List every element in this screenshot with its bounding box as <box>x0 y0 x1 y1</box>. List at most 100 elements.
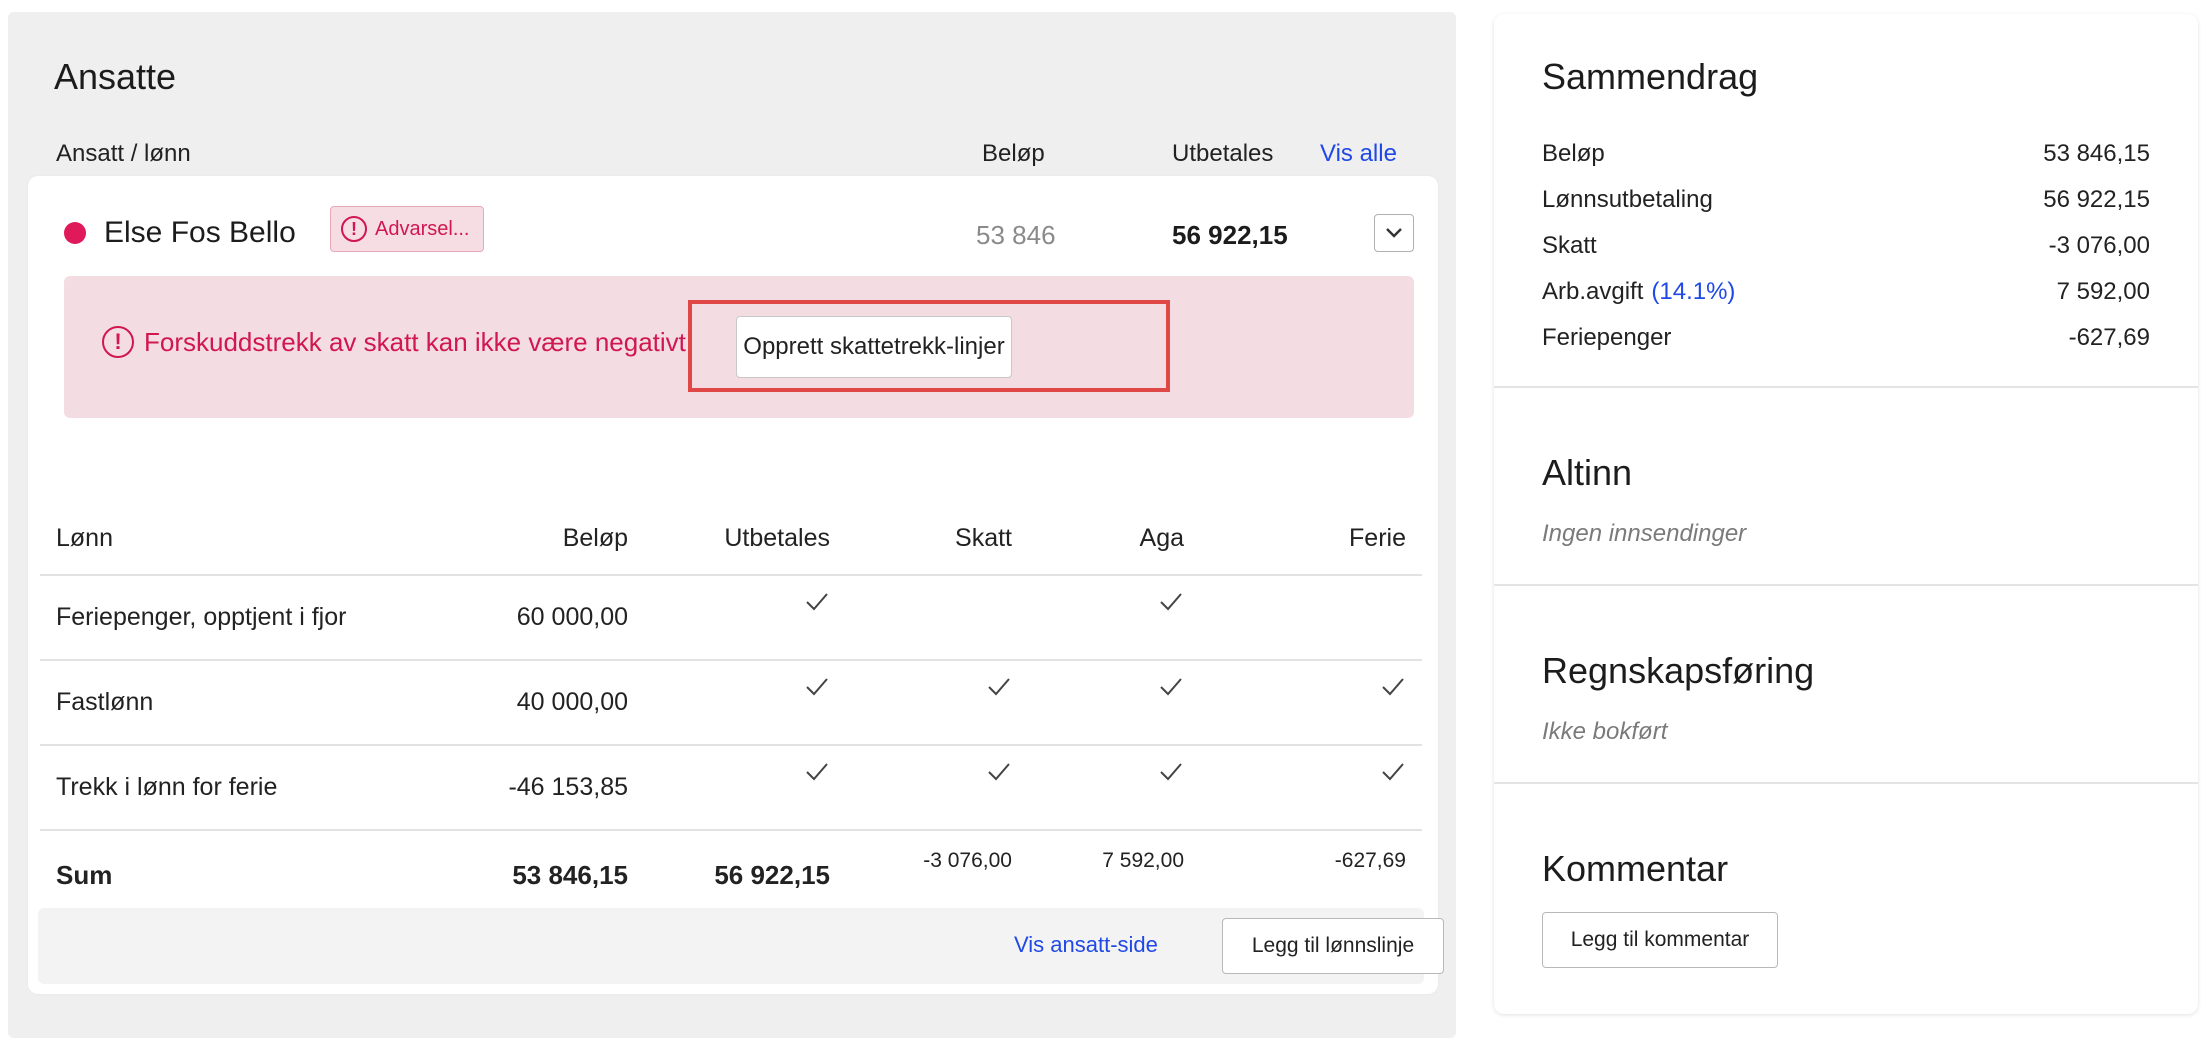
summary-row-label: Skatt <box>1542 232 1597 260</box>
summary-row-value: 56 922,15 <box>2043 186 2150 214</box>
summary-row-label-text: Lønnsutbetaling <box>1542 186 1713 213</box>
summary-row-label-text: Arb.avgift <box>1542 278 1643 305</box>
holiday-check <box>1200 660 1422 745</box>
accounting-status: Ikke bokført <box>1542 718 1667 746</box>
checkmark-icon <box>1158 760 1184 784</box>
chevron-down-icon <box>1384 226 1404 240</box>
add-comment-button[interactable]: Legg til kommentar <box>1542 912 1778 968</box>
column-header-payout: Utbetales <box>1172 140 1273 168</box>
divider <box>1494 386 2198 388</box>
row-amount: -46 153,85 <box>462 745 644 830</box>
aga-check <box>1028 660 1200 745</box>
checkmark-icon <box>1158 590 1184 614</box>
show-all-link[interactable]: Vis alle <box>1320 140 1397 168</box>
error-message-text: Forskuddstrekk av skatt kan ikke være ne… <box>144 327 686 358</box>
sum-aga: 7 592,00 <box>1028 830 1200 919</box>
view-employee-link[interactable]: Vis ansatt-side <box>1014 932 1158 958</box>
divider <box>1494 584 2198 586</box>
employee-name[interactable]: Else Fos Bello <box>104 216 296 250</box>
checkmark-icon <box>804 590 830 614</box>
summary-row-label: Lønnsutbetaling <box>1542 186 1713 214</box>
column-header: Aga <box>1028 502 1200 575</box>
holiday-check <box>1200 745 1422 830</box>
summary-row-value: -3 076,00 <box>2049 232 2150 260</box>
tax-check <box>846 575 1028 660</box>
table-row[interactable]: Trekk i lønn for ferie-46 153,85 <box>40 745 1422 830</box>
column-header-amount: Beløp <box>982 140 1045 168</box>
employee-payout: 56 922,15 <box>1172 220 1288 251</box>
summary-title: Sammendrag <box>1542 56 1758 98</box>
summary-row: Arb.avgift (14.1%) 7 592,00 <box>1542 278 2150 306</box>
checkmark-icon <box>804 760 830 784</box>
column-header: Beløp <box>462 502 644 575</box>
checkmark-icon <box>1158 675 1184 699</box>
employee-card: Else Fos Bello ! Advarsel... 53 846 56 9… <box>28 176 1438 994</box>
create-tax-lines-button[interactable]: Opprett skattetrekk-linjer <box>736 316 1012 378</box>
summary-row-label: Arb.avgift (14.1%) <box>1542 278 1735 306</box>
status-dot <box>64 222 86 244</box>
add-salary-line-button[interactable]: Legg til lønnslinje <box>1222 918 1444 974</box>
summary-row-value: 53 846,15 <box>2043 140 2150 168</box>
sum-holiday: -627,69 <box>1200 830 1422 919</box>
employee-amount: 53 846 <box>976 220 1056 251</box>
tax-check <box>846 745 1028 830</box>
column-header: Lønn <box>40 502 462 575</box>
warning-badge[interactable]: ! Advarsel... <box>330 206 484 252</box>
aga-check <box>1028 575 1200 660</box>
exclamation-circle-icon: ! <box>102 326 134 358</box>
sum-payout: 56 922,15 <box>644 830 846 919</box>
warning-badge-label: Advarsel... <box>375 218 469 241</box>
expand-button[interactable] <box>1374 214 1414 252</box>
altinn-title: Altinn <box>1542 452 1632 494</box>
row-amount: 60 000,00 <box>462 575 644 660</box>
table-header-row: Lønn Beløp Utbetales Skatt Aga Ferie <box>40 502 1422 575</box>
salary-lines-table: Lønn Beløp Utbetales Skatt Aga Ferie Fer… <box>40 502 1422 919</box>
column-header-employee: Ansatt / lønn <box>56 140 191 168</box>
summary-row-label: Feriepenger <box>1542 324 1671 352</box>
summary-row-label-text: Beløp <box>1542 140 1605 167</box>
row-label: Trekk i lønn for ferie <box>40 745 462 830</box>
exclamation-circle-icon: ! <box>341 216 367 242</box>
column-header: Skatt <box>846 502 1028 575</box>
checkmark-icon <box>986 675 1012 699</box>
altinn-status: Ingen innsendinger <box>1542 520 1746 548</box>
summary-row-label: Beløp <box>1542 140 1605 168</box>
table-row[interactable]: Feriepenger, opptjent i fjor60 000,00 <box>40 575 1422 660</box>
table-row[interactable]: Fastlønn40 000,00 <box>40 660 1422 745</box>
checkmark-icon <box>1380 675 1406 699</box>
column-header: Ferie <box>1200 502 1422 575</box>
summary-row-rate: (14.1%) <box>1651 278 1735 305</box>
summary-panel: Sammendrag Beløp 53 846,15 Lønnsutbetaling… <box>1494 14 2198 1014</box>
checkmark-icon <box>804 675 830 699</box>
employees-panel: Ansatte Ansatt / lønn Beløp Utbetales Vi… <box>8 12 1456 1038</box>
summary-row: Feriepenger -627,69 <box>1542 324 2150 352</box>
accounting-title: Regnskapsføring <box>1542 650 1814 692</box>
checkmark-icon <box>1380 760 1406 784</box>
comment-title: Kommentar <box>1542 848 1728 890</box>
error-alert: ! Forskuddstrekk av skatt kan ikke være … <box>64 276 1414 418</box>
tax-check <box>846 660 1028 745</box>
row-label: Feriepenger, opptjent i fjor <box>40 575 462 660</box>
checkmark-icon <box>986 760 1012 784</box>
holiday-check <box>1200 575 1422 660</box>
aga-check <box>1028 745 1200 830</box>
summary-row-label-text: Feriepenger <box>1542 324 1671 351</box>
column-header: Utbetales <box>644 502 846 575</box>
sum-tax: -3 076,00 <box>846 830 1028 919</box>
row-amount: 40 000,00 <box>462 660 644 745</box>
row-label: Fastlønn <box>40 660 462 745</box>
summary-row: Skatt -3 076,00 <box>1542 232 2150 260</box>
payout-check <box>644 575 846 660</box>
sum-row: Sum 53 846,15 56 922,15 -3 076,00 7 592,… <box>40 830 1422 919</box>
sum-label: Sum <box>40 830 462 919</box>
error-message: ! Forskuddstrekk av skatt kan ikke være … <box>102 326 686 358</box>
payout-check <box>644 660 846 745</box>
divider <box>1494 782 2198 784</box>
summary-row: Lønnsutbetaling 56 922,15 <box>1542 186 2150 214</box>
employee-card-footer: Vis ansatt-side Legg til lønnslinje <box>38 908 1424 984</box>
summary-row: Beløp 53 846,15 <box>1542 140 2150 168</box>
summary-row-value: -627,69 <box>2069 324 2150 352</box>
page-title: Ansatte <box>54 56 176 98</box>
summary-row-label-text: Skatt <box>1542 232 1597 259</box>
summary-row-value: 7 592,00 <box>2057 278 2150 306</box>
